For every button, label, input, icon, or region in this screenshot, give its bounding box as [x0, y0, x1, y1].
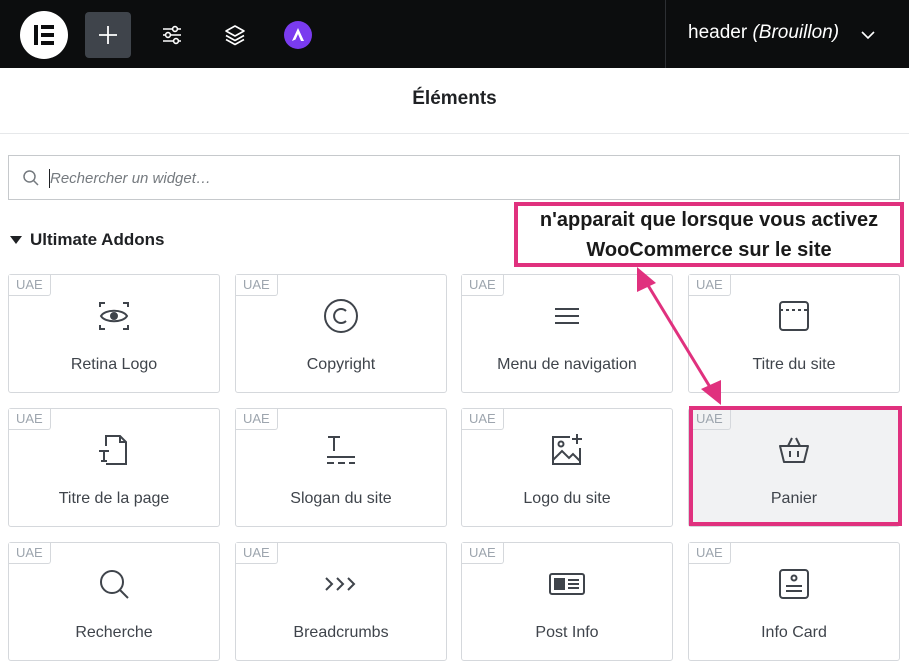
site-tagline-icon: [322, 431, 360, 469]
panel-title: Éléments: [412, 88, 497, 109]
breadcrumbs-icon: [322, 565, 360, 603]
widget-label: Info Card: [761, 624, 827, 641]
widget-label: Breadcrumbs: [293, 624, 389, 641]
annotation-callout: n'apparait que lorsque vous activez WooC…: [514, 202, 904, 267]
site-settings-button[interactable]: [149, 12, 195, 58]
widget-badge: UAE: [236, 275, 278, 296]
site-title-icon: [775, 297, 813, 335]
widget-cart[interactable]: UAE Panier: [688, 408, 900, 527]
widget-badge: UAE: [689, 275, 731, 296]
widget-copyright[interactable]: UAE Copyright: [235, 274, 447, 393]
site-logo-icon: [548, 431, 586, 469]
annotation-line-2: WooCommerce sur le site: [586, 238, 832, 261]
widget-label: Copyright: [306, 356, 376, 373]
widget-label: Titre du site: [752, 356, 836, 373]
astra-icon: [284, 21, 312, 49]
document-name: header: [688, 22, 748, 43]
widget-badge: UAE: [462, 543, 504, 564]
annotation-line-1: n'apparait que lorsque vous activez: [539, 208, 879, 231]
structure-button[interactable]: [212, 12, 258, 58]
widget-page-title[interactable]: UAE Titre de la page: [8, 408, 220, 527]
post-info-icon: [548, 565, 586, 603]
widget-search[interactable]: [8, 155, 900, 200]
search-input[interactable]: [50, 164, 870, 192]
widget-badge: UAE: [236, 409, 278, 430]
add-element-button[interactable]: [85, 12, 131, 58]
menu-icon: [548, 297, 586, 335]
toolbar-divider: [665, 0, 666, 68]
document-status: (Brouillon): [752, 22, 840, 43]
add-element-icon: [99, 26, 117, 44]
widget-label: Retina Logo: [70, 356, 158, 373]
widget-site-tagline[interactable]: UAE Slogan du site: [235, 408, 447, 527]
widget-search[interactable]: UAE Recherche: [8, 542, 220, 661]
widget-retina-logo[interactable]: UAE Retina Logo: [8, 274, 220, 393]
search-icon: [23, 170, 39, 186]
widget-badge: UAE: [9, 409, 51, 430]
top-bar: header (Brouillon): [0, 0, 909, 68]
category-name: Ultimate Addons: [30, 230, 165, 249]
site-settings-icon: [163, 25, 181, 45]
panel-divider: [0, 133, 909, 134]
page-title-icon: [95, 431, 133, 469]
copyright-icon: [322, 297, 360, 335]
retina-logo-icon: [95, 297, 133, 335]
widget-label: Panier: [770, 490, 818, 507]
widget-badge: UAE: [236, 543, 278, 564]
document-title[interactable]: header (Brouillon): [688, 22, 839, 44]
structure-layers-icon: [225, 25, 245, 46]
widget-site-logo[interactable]: UAE Logo du site: [461, 408, 673, 527]
widget-badge: UAE: [462, 275, 504, 296]
search-icon: [95, 565, 133, 603]
info-card-icon: [775, 565, 813, 603]
widget-label: Slogan du site: [290, 490, 392, 507]
widget-badge: UAE: [9, 275, 51, 296]
widget-site-title[interactable]: UAE Titre du site: [688, 274, 900, 393]
widget-label: Menu de navigation: [497, 356, 637, 373]
astra-button[interactable]: [275, 12, 321, 58]
widget-label: Post Info: [535, 624, 599, 641]
widget-badge: UAE: [689, 543, 731, 564]
widget-badge: UAE: [462, 409, 504, 430]
widget-label: Logo du site: [523, 490, 611, 507]
widget-info-card[interactable]: UAE Info Card: [688, 542, 900, 661]
widget-post-info[interactable]: UAE Post Info: [461, 542, 673, 661]
category-toggle[interactable]: Ultimate Addons: [10, 230, 164, 250]
widget-breadcrumbs[interactable]: UAE Breadcrumbs: [235, 542, 447, 661]
widget-menu-navigation[interactable]: UAE Menu de navigation: [461, 274, 673, 393]
widget-badge: UAE: [689, 409, 731, 430]
widget-label: Titre de la page: [58, 490, 170, 507]
caret-down-icon: [10, 236, 22, 244]
elementor-logo-icon[interactable]: [20, 11, 68, 59]
cart-basket-icon: [775, 431, 813, 469]
widget-label: Recherche: [75, 624, 153, 641]
widget-badge: UAE: [9, 543, 51, 564]
chevron-down-icon[interactable]: [858, 25, 878, 45]
